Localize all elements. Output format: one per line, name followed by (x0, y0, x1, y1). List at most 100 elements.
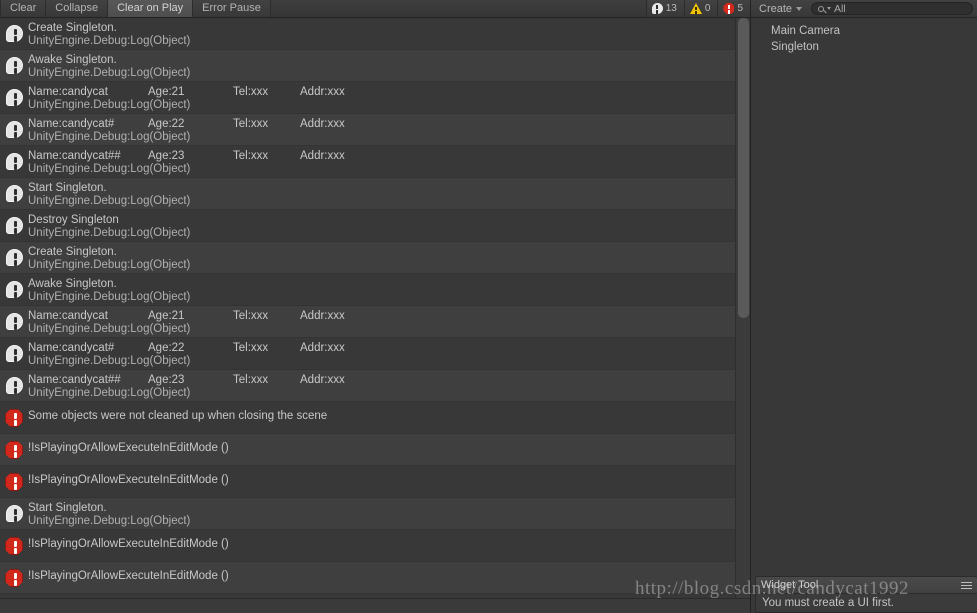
clear-on-play-button[interactable]: Clear on Play (108, 0, 194, 17)
log-row[interactable]: Name:candycat# Age:22 Tel:xxx Addr:xxx Unity… (0, 114, 750, 146)
log-row-icon-slot (0, 278, 28, 298)
log-row-icon-slot (0, 246, 28, 266)
search-icon (818, 5, 825, 12)
log-row[interactable]: Some objects were not cleaned up when cl… (0, 402, 750, 434)
log-stacktrace: UnityEngine.Debug:Log(Object) (28, 99, 191, 111)
log-row-text: Name:candycat Age:21 Tel:xxx Addr:xxx UnityE… (28, 310, 750, 336)
console-toolbar: Clear Collapse Clear on Play Error Pause… (0, 0, 750, 18)
log-row[interactable]: Name:candycat# Age:22 Tel:xxx Addr:xxx Unity… (0, 338, 750, 370)
log-row-text: Name:candycat## Age:23 Tel:xxx Addr:xxx Unit… (28, 374, 750, 400)
log-row-text: Name:candycat# Age:22 Tel:xxx Addr:xxx Unity… (28, 342, 750, 368)
log-row-icon-slot (0, 118, 28, 138)
hierarchy-item-singleton[interactable]: Singleton (751, 39, 977, 55)
info-speech-bubble-icon (5, 281, 23, 298)
log-stacktrace: UnityEngine.Debug:Log(Object) (28, 227, 191, 239)
log-message: !IsPlayingOrAllowExecuteInEditMode () (28, 538, 229, 550)
log-row-icon-slot (0, 22, 28, 42)
log-stacktrace: UnityEngine.Debug:Log(Object) (28, 195, 191, 207)
log-row[interactable]: Name:candycat Age:21 Tel:xxx Addr:xxx UnityE… (0, 82, 750, 114)
warning-count-label: 0 (704, 3, 711, 14)
error-pause-button-label: Error Pause (202, 2, 261, 14)
log-row[interactable]: !IsPlayingOrAllowExecuteInEditMode () (0, 530, 750, 562)
error-octagon-icon (5, 569, 23, 587)
log-message-column: Addr:xxx (300, 118, 345, 130)
hierarchy-search-input[interactable]: All (811, 2, 973, 15)
error-pause-button[interactable]: Error Pause (193, 0, 271, 17)
chevron-down-icon (796, 6, 803, 11)
log-row-text: Create Singleton. UnityEngine.Debug:Log(O… (28, 22, 750, 48)
warning-counter[interactable]: 0 (685, 0, 719, 17)
log-message-column: Addr:xxx (300, 310, 345, 322)
log-message: Name:candycat# Age:22 Tel:xxx Addr:xxx (28, 118, 744, 131)
log-row[interactable]: Awake Singleton. UnityEngine.Debug:Log(Ob… (0, 50, 750, 82)
log-message-column: Addr:xxx (300, 150, 345, 162)
console-detail-pane (0, 598, 750, 613)
create-button[interactable]: Create (755, 1, 806, 17)
log-row[interactable]: Create Singleton. UnityEngine.Debug:Log(O… (0, 18, 750, 50)
widget-tool-title: Widget Tool (761, 579, 819, 591)
hierarchy-item-main-camera[interactable]: Main Camera (751, 23, 977, 39)
log-row-icon-slot (0, 342, 28, 362)
log-row[interactable]: Start Singleton. UnityEngine.Debug:Log(Ob… (0, 178, 750, 210)
log-row[interactable]: Awake Singleton. UnityEngine.Debug:Log(Ob… (0, 274, 750, 306)
log-message: Name:candycat Age:21 Tel:xxx Addr:xxx (28, 310, 744, 323)
widget-tool-header[interactable]: Widget Tool (755, 576, 977, 593)
widget-tool-message: You must create a UI first. (755, 593, 977, 613)
log-row[interactable]: Name:candycat## Age:23 Tel:xxx Addr:xxx Unit… (0, 370, 750, 402)
log-message-column: Name:candycat# (28, 342, 115, 354)
log-stacktrace: UnityEngine.Debug:Log(Object) (28, 35, 191, 47)
clear-button-label: Clear (10, 2, 37, 14)
log-message: Start Singleton. (28, 502, 107, 514)
log-message-column: Age:23 (148, 150, 185, 162)
info-speech-bubble-icon (5, 377, 23, 394)
console-log-list[interactable]: Create Singleton. UnityEngine.Debug:Log(O… (0, 18, 750, 598)
log-row-icon-slot (0, 374, 28, 394)
error-octagon-icon (723, 3, 735, 14)
create-button-label: Create (759, 2, 793, 15)
log-row[interactable]: Start Singleton. UnityEngine.Debug:Log(Ob… (0, 498, 750, 530)
log-message: Destroy Singleton (28, 214, 119, 226)
log-row-text: !IsPlayingOrAllowExecuteInEditMode () (28, 566, 750, 583)
log-message-column: Name:candycat## (28, 150, 121, 162)
log-stacktrace: UnityEngine.Debug:Log(Object) (28, 323, 191, 335)
info-speech-bubble-icon (5, 249, 23, 266)
log-message-column: Addr:xxx (300, 342, 345, 354)
log-message-column: Age:23 (148, 374, 185, 386)
log-stacktrace: UnityEngine.Debug:Log(Object) (28, 163, 191, 175)
collapse-button[interactable]: Collapse (46, 0, 109, 17)
log-message: Name:candycat## Age:23 Tel:xxx Addr:xxx (28, 374, 744, 387)
info-counter[interactable]: 13 (647, 0, 685, 17)
clear-on-play-button-label: Clear on Play (117, 2, 184, 14)
error-octagon-icon (5, 537, 23, 555)
log-message-column: Name:candycat# (28, 118, 115, 130)
log-row[interactable]: !IsPlayingOrAllowExecuteInEditMode () (0, 434, 750, 466)
log-message-column: Addr:xxx (300, 374, 345, 386)
info-speech-bubble-icon (5, 217, 23, 234)
log-row-text: !IsPlayingOrAllowExecuteInEditMode () (28, 534, 750, 551)
log-row-text: Start Singleton. UnityEngine.Debug:Log(Ob… (28, 502, 750, 528)
log-stacktrace: UnityEngine.Debug:Log(Object) (28, 67, 191, 79)
log-row-text: Name:candycat## Age:23 Tel:xxx Addr:xxx Unit… (28, 150, 750, 176)
log-message-column: Tel:xxx (233, 342, 269, 354)
log-message: Start Singleton. (28, 182, 107, 194)
log-row[interactable]: Name:candycat## Age:23 Tel:xxx Addr:xxx Unit… (0, 146, 750, 178)
log-row-text: Destroy Singleton UnityEngine.Debug:Log(O… (28, 214, 750, 240)
log-message-column: Tel:xxx (233, 374, 269, 386)
error-counter[interactable]: 5 (718, 0, 750, 17)
log-row[interactable]: Name:candycat Age:21 Tel:xxx Addr:xxx UnityE… (0, 306, 750, 338)
info-speech-bubble-icon (5, 25, 23, 42)
clear-button[interactable]: Clear (0, 0, 47, 17)
log-row[interactable]: Destroy Singleton UnityEngine.Debug:Log(O… (0, 210, 750, 242)
search-filter-chevron-icon[interactable] (827, 7, 832, 10)
hierarchy-object-list[interactable]: Main Camera Singleton (751, 18, 977, 55)
log-row[interactable]: !IsPlayingOrAllowExecuteInEditMode () (0, 562, 750, 594)
menu-hamburger-icon[interactable] (961, 580, 972, 591)
unity-editor-window: Clear Collapse Clear on Play Error Pause… (0, 0, 977, 613)
log-message-column: Age:21 (148, 86, 185, 98)
log-row[interactable]: !IsPlayingOrAllowExecuteInEditMode () (0, 466, 750, 498)
log-row[interactable]: Create Singleton. UnityEngine.Debug:Log(O… (0, 242, 750, 274)
console-scrollbar-thumb[interactable] (738, 18, 749, 318)
log-message-column: Age:21 (148, 310, 185, 322)
console-scrollbar[interactable] (735, 18, 750, 598)
log-message-column: Tel:xxx (233, 150, 269, 162)
